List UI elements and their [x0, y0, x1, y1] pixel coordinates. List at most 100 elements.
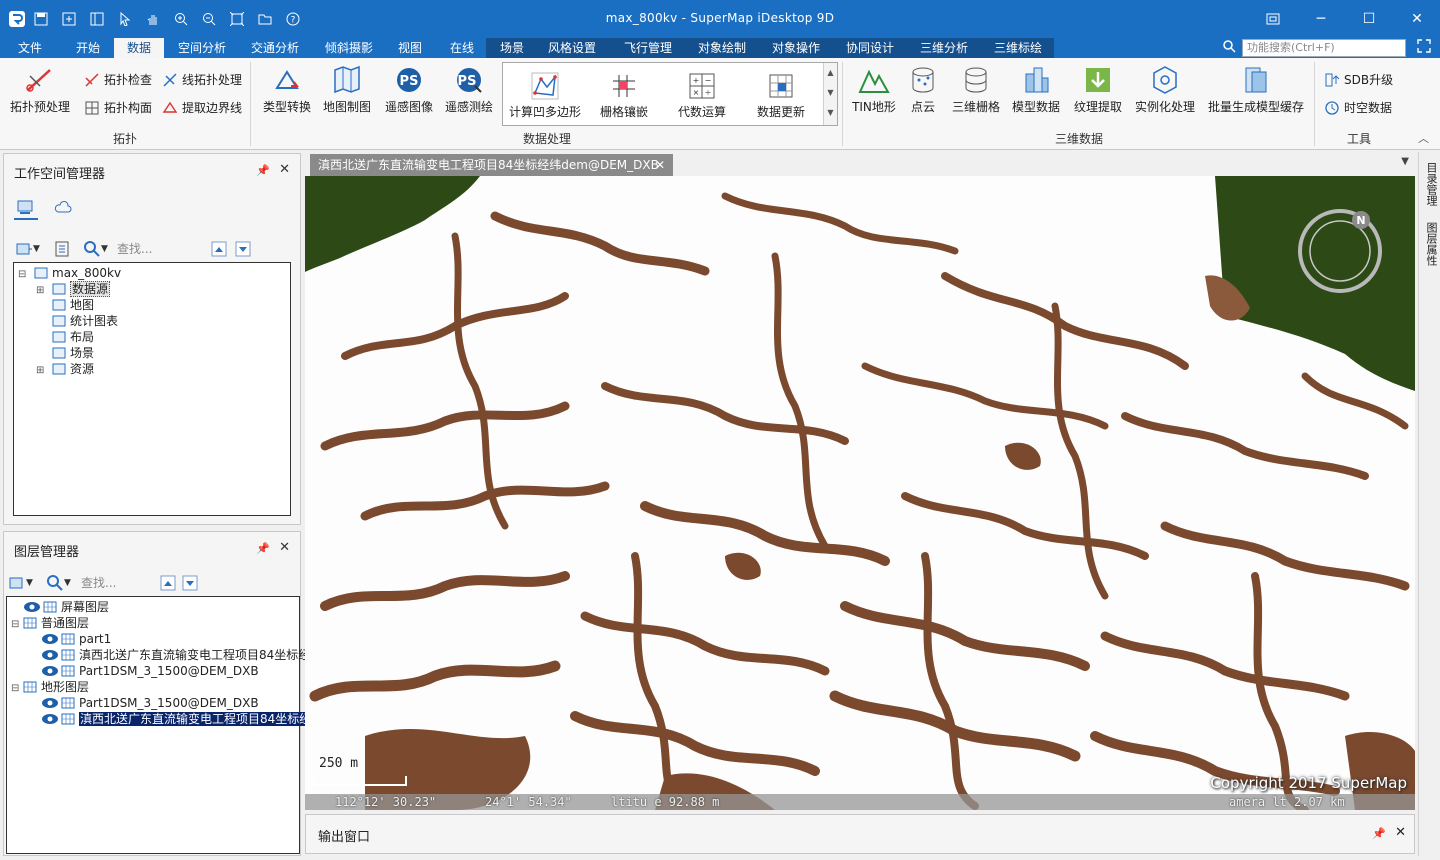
search-icon[interactable]	[1220, 39, 1238, 57]
tab-start[interactable]: 开始	[64, 38, 112, 58]
spacetime-data-button[interactable]: 时空数据	[1322, 98, 1392, 118]
scene-tab[interactable]: 滇西北送广东直流输变电工程项目84坐标经纬dem@DEM_DXB ✕	[310, 154, 673, 176]
dropdown-arrow-icon[interactable]: ▼	[101, 239, 108, 259]
close-button[interactable]: ✕	[1394, 6, 1440, 32]
gallery-scrollbar[interactable]: ▲ ▼ ▼	[823, 63, 837, 125]
extract-boundary-button[interactable]: 提取边界线	[160, 98, 242, 118]
topology-check-button[interactable]: 拓扑检查	[82, 70, 152, 90]
topology-preprocess-button[interactable]: 拓扑预处理	[6, 62, 74, 124]
collapse-ribbon-icon[interactable]: ︿	[1418, 130, 1429, 146]
tab-style-settings[interactable]: 风格设置	[540, 38, 604, 58]
close-icon[interactable]: ✕	[279, 540, 290, 555]
model-data-button[interactable]: 模型数据	[1006, 62, 1066, 124]
cloud-tab-icon[interactable]	[54, 198, 72, 216]
3d-raster-button[interactable]: 三维栅格	[948, 62, 1004, 124]
layer-tree-item[interactable]: 滇西北送广东直流输变电工程项目84坐标经	[29, 711, 313, 727]
visibility-eye-icon[interactable]	[41, 649, 59, 661]
layer-tree-item[interactable]: ⊟ 地形图层	[11, 679, 89, 695]
close-icon[interactable]: ✕	[1395, 825, 1406, 840]
tab-flight-management[interactable]: 飞行管理	[616, 38, 680, 58]
gallery-scroll-down-icon[interactable]: ▼	[824, 83, 837, 103]
map-draw-button[interactable]: 地图制图	[318, 62, 376, 124]
layer-search-input[interactable]: 查找...	[81, 573, 116, 593]
restore-icon[interactable]	[1250, 6, 1296, 32]
texture-extract-button[interactable]: 纹理提取	[1068, 62, 1128, 124]
close-icon[interactable]: ✕	[279, 162, 290, 177]
line-topology-button[interactable]: 线拓扑处理	[160, 70, 242, 90]
open-workspace-icon[interactable]	[15, 240, 33, 258]
move-down-icon[interactable]	[235, 240, 253, 258]
concave-polygon-button[interactable]: 计算凹多边形	[505, 63, 585, 125]
tab-object-draw[interactable]: 对象绘制	[690, 38, 754, 58]
point-cloud-button[interactable]: 点云	[900, 62, 946, 124]
minimize-button[interactable]: ─	[1298, 6, 1344, 32]
tab-object-operation[interactable]: 对象操作	[764, 38, 828, 58]
tab-traffic-analysis[interactable]: 交通分析	[244, 38, 306, 58]
type-convert-button[interactable]: 类型转换	[258, 62, 316, 124]
tab-collab-design[interactable]: 协同设计	[838, 38, 902, 58]
tree-expander-icon[interactable]: ⊟	[18, 267, 30, 283]
tab-spatial-analysis[interactable]: 空间分析	[170, 38, 234, 58]
pin-icon[interactable]: 📌	[1372, 827, 1386, 840]
3d-scene-view[interactable]: N 250 m Copyright 2017 SuperMap 112°12' …	[305, 176, 1415, 810]
workspace-tree-item[interactable]: 场景	[36, 345, 94, 361]
sdb-upgrade-button[interactable]: SDB升级	[1322, 70, 1393, 90]
data-update-button[interactable]: 数据更新	[741, 63, 821, 125]
layer-tree-item[interactable]: Part1DSM_3_1500@DEM_DXB	[29, 663, 259, 679]
tab-3d-analysis[interactable]: 三维分析	[912, 38, 976, 58]
rs-survey-button[interactable]: PS 遥感测绘	[440, 62, 498, 124]
workspace-tree-item[interactable]: 地图	[36, 297, 94, 313]
maximize-button[interactable]: ☐	[1346, 6, 1392, 32]
visibility-eye-icon[interactable]	[41, 697, 59, 709]
close-icon[interactable]: ✕	[655, 154, 665, 176]
visibility-eye-icon[interactable]	[41, 713, 59, 725]
dropdown-arrow-icon[interactable]: ▼	[64, 573, 71, 593]
workspace-search-input[interactable]: 查找...	[117, 239, 152, 259]
workspace-tree-item[interactable]: 布局	[36, 329, 94, 345]
workspace-tree-item[interactable]: ⊞ 资源	[36, 361, 94, 377]
properties-icon[interactable]	[53, 240, 71, 258]
tab-list-dropdown-icon[interactable]: ▼	[1401, 156, 1409, 167]
layer-properties-tab[interactable]: 图层属性	[1423, 222, 1438, 266]
workspace-tree-item[interactable]: ⊞ 数据源	[36, 281, 111, 297]
layer-tree-item[interactable]: 滇西北送广东直流输变电工程项目84坐标经	[29, 647, 310, 663]
move-up-icon[interactable]	[160, 574, 178, 592]
tab-3d-plotting[interactable]: 三维标绘	[986, 38, 1050, 58]
tree-expander-icon[interactable]: ⊟	[11, 617, 23, 633]
visibility-eye-icon[interactable]	[41, 633, 59, 645]
layer-tree-item[interactable]: 屏幕图层	[11, 599, 109, 615]
fullscreen-icon[interactable]	[1414, 39, 1434, 57]
workspace-tab-icon[interactable]	[16, 198, 34, 216]
workspace-tree-item[interactable]: ⊟ max_800kv	[18, 265, 121, 281]
move-down-icon[interactable]	[182, 574, 200, 592]
layer-tree-item[interactable]: Part1DSM_3_1500@DEM_DXB	[29, 695, 259, 711]
tab-file[interactable]: 文件	[6, 38, 54, 58]
tab-oblique-photography[interactable]: 倾斜摄影	[318, 38, 380, 58]
workspace-tree-item[interactable]: 统计图表	[36, 313, 118, 329]
raster-mosaic-button[interactable]: 栅格镶嵌	[585, 63, 663, 125]
visibility-eye-icon[interactable]	[41, 665, 59, 677]
topology-build-face-button[interactable]: 拓扑构面	[82, 98, 152, 118]
layer-tree-item[interactable]: part1	[29, 631, 111, 647]
visibility-eye-icon[interactable]	[23, 601, 41, 613]
gallery-more-icon[interactable]: ▼	[824, 103, 837, 123]
add-layer-icon[interactable]	[8, 574, 26, 592]
tin-terrain-button[interactable]: TIN地形	[850, 62, 898, 124]
tab-scene[interactable]: 场景	[492, 38, 532, 58]
navigation-compass[interactable]: N	[1295, 206, 1385, 296]
pin-icon[interactable]: 📌	[256, 542, 270, 555]
move-up-icon[interactable]	[211, 240, 229, 258]
algebra-button[interactable]: + − × ÷ 代数运算	[663, 63, 741, 125]
search-icon[interactable]	[83, 240, 101, 258]
rs-image-button[interactable]: PS 遥感图像	[380, 62, 438, 124]
catalog-management-tab[interactable]: 目录管理	[1423, 162, 1438, 206]
tree-expander-icon[interactable]: ⊟	[11, 681, 23, 697]
instancing-button[interactable]: 实例化处理	[1132, 62, 1198, 124]
batch-model-cache-button[interactable]: 批量生成模型缓存	[1202, 62, 1310, 124]
dropdown-arrow-icon[interactable]: ▼	[33, 239, 40, 259]
tree-expander-icon[interactable]: ⊞	[36, 363, 48, 379]
function-search-input[interactable]: 功能搜索(Ctrl+F)	[1242, 39, 1406, 57]
search-icon[interactable]	[46, 574, 64, 592]
tab-data[interactable]: 数据	[114, 38, 164, 58]
layer-tree-item[interactable]: ⊟ 普通图层	[11, 615, 89, 631]
